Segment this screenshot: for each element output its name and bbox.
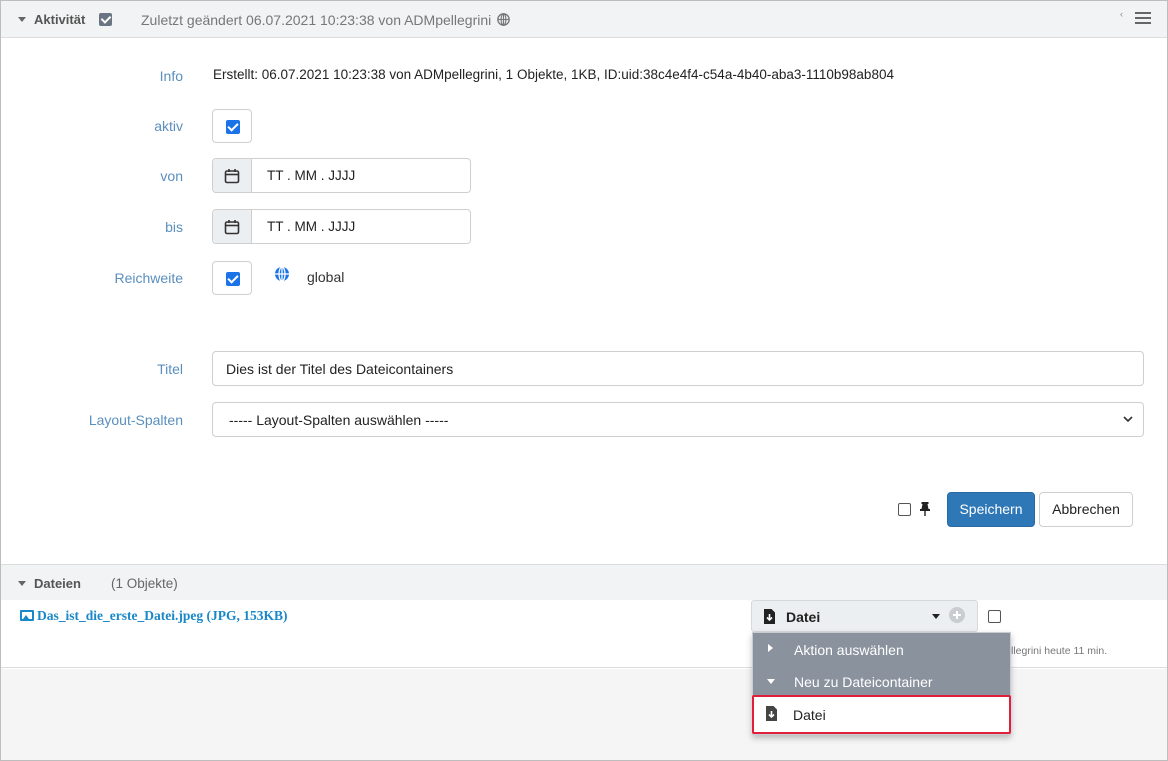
file-link[interactable]: Das_ist_die_erste_Datei.jpeg (JPG, 153KB… (20, 608, 287, 624)
von-label: von (160, 168, 183, 184)
reichweite-value: global (307, 269, 345, 285)
menu-item-neu-zu-dateicontainer[interactable]: Neu zu Dateicontainer (753, 665, 1010, 697)
sidebar-toggle-arrow-icon[interactable]: ‹ (1120, 9, 1123, 19)
layout-spalten-selected: ----- Layout-Spalten auswählen ----- (229, 412, 449, 428)
bis-date-value: TT . MM . JJJJ (267, 219, 356, 234)
files-section-title[interactable]: Dateien (34, 576, 81, 591)
files-count: (1 Objekte) (111, 576, 178, 591)
reichweite-checkbox[interactable] (212, 261, 252, 295)
von-date-value: TT . MM . JJJJ (267, 168, 356, 183)
caret-down-icon[interactable] (932, 614, 940, 619)
highlight-box (752, 695, 1011, 734)
file-meta-text: llegrini heute 11 min. (1011, 645, 1108, 657)
activity-header: Aktivität Zuletzt geändert 06.07.2021 10… (1, 1, 1167, 38)
calendar-icon (224, 220, 240, 235)
hamburger-menu-icon[interactable] (1135, 12, 1151, 25)
globe-icon (275, 266, 289, 282)
aktiv-label: aktiv (154, 118, 183, 134)
caret-right-icon (768, 644, 773, 652)
bis-date-input[interactable]: TT . MM . JJJJ (212, 209, 471, 244)
reichweite-label: Reichweite (114, 270, 183, 286)
files-section-header: Dateien (1 Objekte) (1, 564, 1167, 600)
bis-calendar-button[interactable] (213, 210, 252, 243)
save-button[interactable]: Speichern (947, 492, 1035, 527)
last-changed-text: Zuletzt geändert 06.07.2021 10:23:38 von… (141, 12, 492, 28)
pin-checkbox[interactable] (898, 503, 911, 516)
menu-item-label: Neu zu Dateicontainer (794, 674, 933, 690)
file-type-dropdown[interactable]: Datei (751, 600, 978, 632)
von-date-input[interactable]: TT . MM . JJJJ (212, 158, 471, 193)
titel-input[interactable]: Dies ist der Titel des Dateicontainers (212, 351, 1144, 386)
layout-spalten-select[interactable]: ----- Layout-Spalten auswählen ----- (212, 402, 1144, 437)
file-download-icon (764, 609, 775, 624)
cancel-button[interactable]: Abbrechen (1039, 492, 1133, 527)
info-label: Info (159, 68, 183, 84)
collapse-caret-icon[interactable] (18, 17, 26, 22)
aktiv-check-mark (226, 120, 240, 134)
menu-item-aktion-auswaehlen[interactable]: Aktion auswählen (753, 633, 1010, 665)
chevron-down-icon (1123, 416, 1133, 423)
aktiv-checkbox[interactable] (212, 109, 252, 143)
calendar-icon (224, 169, 240, 184)
image-icon (20, 610, 34, 621)
bis-label: bis (165, 219, 183, 235)
caret-down-icon (767, 679, 775, 684)
globe-icon (497, 13, 510, 26)
collapse-caret-icon[interactable] (18, 581, 26, 586)
activity-title[interactable]: Aktivität (34, 12, 85, 27)
plus-circle-icon[interactable] (949, 607, 965, 623)
file-row-checkbox[interactable] (988, 610, 1001, 623)
menu-item-label: Aktion auswählen (794, 642, 904, 658)
layout-spalten-label: Layout-Spalten (88, 412, 183, 428)
von-calendar-button[interactable] (213, 159, 252, 192)
file-type-label: Datei (786, 609, 821, 625)
info-text: Erstellt: 06.07.2021 10:23:38 von ADMpel… (213, 67, 894, 82)
titel-label: Titel (157, 361, 183, 377)
activity-checkbox[interactable] (99, 13, 112, 26)
file-name[interactable]: Das_ist_die_erste_Datei.jpeg (JPG, 153KB… (37, 608, 287, 623)
reichweite-check-mark (226, 272, 240, 286)
pin-icon[interactable] (918, 501, 932, 517)
